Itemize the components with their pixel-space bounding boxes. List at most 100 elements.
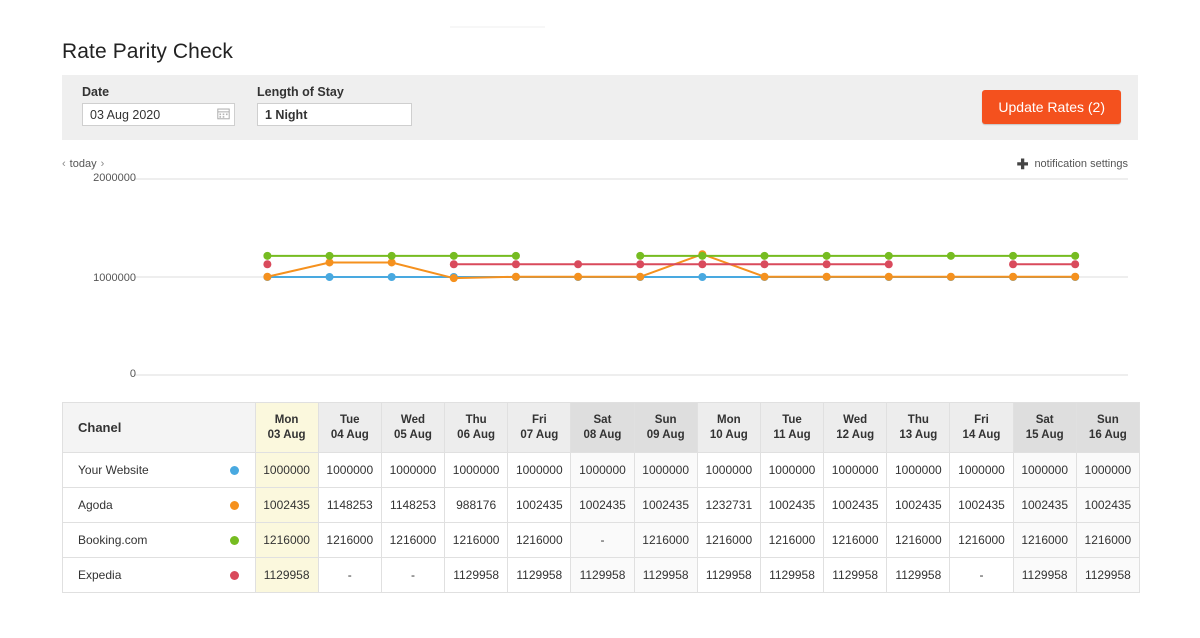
chart-data-point[interactable] — [263, 260, 272, 269]
rate-cell[interactable]: 1000000 — [317, 452, 382, 488]
rate-cell[interactable]: 1000000 — [570, 452, 635, 488]
rate-cell[interactable]: 1000000 — [696, 452, 761, 488]
rate-cell[interactable]: 1129958 — [254, 557, 319, 593]
chart-data-point[interactable] — [698, 260, 707, 269]
chart-data-point[interactable] — [387, 273, 396, 281]
rate-cell[interactable]: 1216000 — [1012, 522, 1077, 558]
rate-cell[interactable]: 1129958 — [1075, 557, 1141, 593]
rate-cell[interactable]: 1000000 — [949, 452, 1014, 488]
rate-cell[interactable]: 1216000 — [949, 522, 1014, 558]
rate-cell[interactable]: 1129958 — [633, 557, 698, 593]
chart-data-point[interactable] — [698, 251, 707, 260]
rate-cell[interactable]: 1216000 — [254, 522, 319, 558]
rate-cell[interactable]: 1216000 — [823, 522, 888, 558]
chart-data-point[interactable] — [636, 251, 645, 260]
chart-data-point[interactable] — [698, 273, 707, 281]
chart-data-point[interactable] — [1071, 260, 1080, 269]
chart-data-point[interactable] — [822, 251, 831, 260]
rate-cell[interactable]: 1000000 — [380, 452, 446, 488]
rate-cell[interactable]: 1000000 — [254, 452, 319, 488]
chart-data-point[interactable] — [1071, 251, 1080, 260]
chart-data-point[interactable] — [1009, 260, 1018, 269]
chart-data-point[interactable] — [884, 260, 893, 269]
chart-data-point[interactable] — [325, 273, 334, 281]
chart-data-point[interactable] — [884, 272, 893, 281]
chart-data-point[interactable] — [263, 251, 272, 260]
rate-cell[interactable]: 1002435 — [1012, 487, 1077, 523]
rate-cell[interactable]: 1002435 — [823, 487, 888, 523]
update-rates-button[interactable]: Update Rates (2) — [982, 90, 1121, 124]
length-of-stay-label: Length of Stay — [257, 85, 344, 99]
chart-data-point[interactable] — [511, 251, 520, 260]
chart-data-point[interactable] — [822, 272, 831, 281]
rate-cell[interactable]: 1000000 — [633, 452, 698, 488]
length-of-stay-input[interactable] — [257, 103, 412, 126]
rate-cell[interactable]: 1000000 — [759, 452, 825, 488]
rate-cell[interactable]: 1002435 — [949, 487, 1014, 523]
rate-cell[interactable]: - — [380, 557, 446, 593]
rate-cell[interactable]: - — [949, 557, 1014, 593]
rate-cell[interactable]: 1232731 — [696, 487, 761, 523]
rate-cell[interactable]: 1000000 — [886, 452, 951, 488]
chart-data-point[interactable] — [760, 260, 769, 269]
chart-data-point[interactable] — [822, 260, 831, 269]
chart-data-point[interactable] — [946, 251, 955, 260]
rate-cell[interactable]: 1000000 — [507, 452, 572, 488]
rate-cell[interactable]: - — [317, 557, 382, 593]
date-input[interactable] — [82, 103, 235, 126]
rate-cell[interactable]: 1216000 — [759, 522, 825, 558]
chart-data-point[interactable] — [946, 272, 955, 281]
rate-cell[interactable]: 1002435 — [570, 487, 635, 523]
chart-data-point[interactable] — [760, 251, 769, 260]
rate-cell[interactable]: 1216000 — [317, 522, 382, 558]
rate-cell[interactable]: 1216000 — [507, 522, 572, 558]
chart-data-point[interactable] — [574, 260, 583, 269]
rate-cell[interactable]: 1148253 — [317, 487, 382, 523]
rate-cell[interactable]: - — [570, 522, 635, 558]
rate-cell[interactable]: 988176 — [444, 487, 509, 523]
chart-data-point[interactable] — [1009, 251, 1018, 260]
rate-cell[interactable]: 1129958 — [823, 557, 888, 593]
rate-cell[interactable]: 1216000 — [380, 522, 446, 558]
rate-cell[interactable]: 1129958 — [507, 557, 572, 593]
rate-cell[interactable]: 1216000 — [1075, 522, 1141, 558]
chart-data-point[interactable] — [449, 274, 458, 283]
chart-data-point[interactable] — [574, 272, 583, 281]
chart-data-point[interactable] — [760, 272, 769, 281]
rate-cell[interactable]: 1000000 — [823, 452, 888, 488]
chart-data-point[interactable] — [449, 260, 458, 269]
rate-cell[interactable]: 1002435 — [254, 487, 319, 523]
rate-cell[interactable]: 1216000 — [444, 522, 509, 558]
calendar-icon[interactable] — [217, 107, 230, 120]
chart-data-point[interactable] — [387, 251, 396, 260]
rate-cell[interactable]: 1129958 — [886, 557, 951, 593]
rate-cell[interactable]: 1000000 — [1075, 452, 1141, 488]
rate-cell[interactable]: 1148253 — [380, 487, 446, 523]
rate-cell[interactable]: 1216000 — [633, 522, 698, 558]
rate-cell[interactable]: 1129958 — [1012, 557, 1077, 593]
rate-cell[interactable]: 1000000 — [1012, 452, 1077, 488]
chart-data-point[interactable] — [884, 251, 893, 260]
rate-cell[interactable]: 1129958 — [570, 557, 635, 593]
chart-data-point[interactable] — [636, 260, 645, 269]
chart-data-point[interactable] — [449, 251, 458, 260]
chart-data-point[interactable] — [1009, 272, 1018, 281]
rate-cell[interactable]: 1216000 — [696, 522, 761, 558]
rate-cell[interactable]: 1002435 — [507, 487, 572, 523]
y-axis-label-max: 2000000 — [93, 172, 136, 184]
chart-data-point[interactable] — [325, 251, 334, 260]
rate-cell[interactable]: 1129958 — [696, 557, 761, 593]
chart-data-point[interactable] — [511, 260, 520, 269]
chart-data-point[interactable] — [263, 272, 272, 281]
rate-cell[interactable]: 1216000 — [886, 522, 951, 558]
rate-cell[interactable]: 1129958 — [444, 557, 509, 593]
chart-data-point[interactable] — [511, 272, 520, 281]
rate-cell[interactable]: 1002435 — [759, 487, 825, 523]
rate-cell[interactable]: 1129958 — [759, 557, 825, 593]
rate-cell[interactable]: 1002435 — [1075, 487, 1141, 523]
rate-cell[interactable]: 1002435 — [633, 487, 698, 523]
chart-data-point[interactable] — [1071, 272, 1080, 281]
chart-data-point[interactable] — [636, 272, 645, 281]
rate-cell[interactable]: 1000000 — [444, 452, 509, 488]
rate-cell[interactable]: 1002435 — [886, 487, 951, 523]
